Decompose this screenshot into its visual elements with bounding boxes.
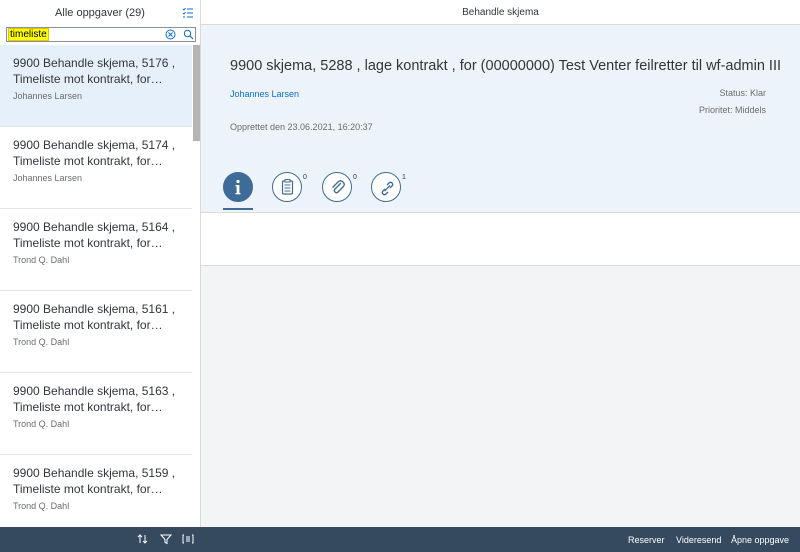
list-item-person: Johannes Larsen [13,91,83,101]
notes-icon [281,179,294,195]
detail-footer-toolbar: Reserver Videresend Åpne oppgave [201,527,800,552]
tab-notes[interactable] [272,172,302,202]
master-title: Alle oppgaver (29) [55,7,145,19]
search-input[interactable]: timeliste [6,27,196,42]
list-sort-icon[interactable] [182,7,194,19]
list-item-title: 9900 Behandle skjema, 5159 , Timeliste m… [13,466,176,496]
attachment-icon [332,180,345,194]
master-footer-toolbar [0,527,201,552]
tab-links[interactable] [371,172,401,202]
list-item[interactable]: 9900 Behandle skjema, 5159 , Timeliste m… [0,455,192,527]
links-count: 1 [402,174,406,181]
attachments-count: 0 [353,174,357,181]
detail-title-bar: Behandle skjema [201,0,800,25]
list-item-person: Trond Q. Dahl [13,419,70,429]
info-icon [235,179,241,195]
list-item[interactable]: 9900 Behandle skjema, 5176 , Timeliste m… [0,45,192,127]
link-icon [381,181,394,196]
forward-button[interactable]: Videresend [676,535,721,545]
list-item-person: Trond Q. Dahl [13,337,70,347]
created-date: Opprettet den 23.06.2021, 16:20:37 [230,122,373,132]
active-tab-indicator [223,208,253,210]
list-item[interactable]: 9900 Behandle skjema, 5161 , Timeliste m… [0,291,192,373]
reserve-button[interactable]: Reserver [628,535,665,545]
list-item-title: 9900 Behandle skjema, 5176 , Timeliste m… [13,56,176,86]
list-item-title: 9900 Behandle skjema, 5164 , Timeliste m… [13,220,176,250]
list-item-person: Johannes Larsen [13,173,83,183]
detail-title: Behandle skjema [462,7,539,18]
master-header: Alle oppgaver (29) [0,0,200,26]
list-item[interactable]: 9900 Behandle skjema, 5164 , Timeliste m… [0,209,192,291]
list-item-title: 9900 Behandle skjema, 5161 , Timeliste m… [13,302,176,332]
detail-pane: Behandle skjema 9900 skjema, 5288 , lage… [201,0,800,552]
search-input-value[interactable]: timeliste [8,28,49,41]
clear-icon[interactable] [165,29,176,40]
list-item[interactable]: 9900 Behandle skjema, 5163 , Timeliste m… [0,373,192,455]
list-scrollbar[interactable] [193,45,200,141]
group-icon[interactable] [182,533,194,545]
sort-icon[interactable] [137,533,149,545]
search-icon[interactable] [183,29,194,40]
tab-content [201,212,800,266]
object-title: 9900 skjema, 5288 , lage kontrakt , for … [230,58,782,74]
list-item-title: 9900 Behandle skjema, 5174 , Timeliste m… [13,138,176,168]
notes-count: 0 [303,174,307,181]
master-pane: Alle oppgaver (29) timeliste 9900 Behand… [0,0,201,552]
task-list: 9900 Behandle skjema, 5176 , Timeliste m… [0,45,200,527]
list-item[interactable]: 9900 Behandle skjema, 5174 , Timeliste m… [0,127,192,209]
list-item-person: Trond Q. Dahl [13,501,70,511]
status-text: Status: Klar [719,88,766,98]
list-item-person: Trond Q. Dahl [13,255,70,265]
tab-info[interactable] [223,172,253,202]
open-task-button[interactable]: Åpne oppgave [731,535,789,545]
tab-attachments[interactable] [322,172,352,202]
object-header: 9900 skjema, 5288 , lage kontrakt , for … [201,26,800,211]
priority-text: Prioritet: Middels [698,105,766,115]
list-item-title: 9900 Behandle skjema, 5163 , Timeliste m… [13,384,176,414]
filter-icon[interactable] [160,533,172,545]
object-person-link[interactable]: Johannes Larsen [230,89,299,99]
